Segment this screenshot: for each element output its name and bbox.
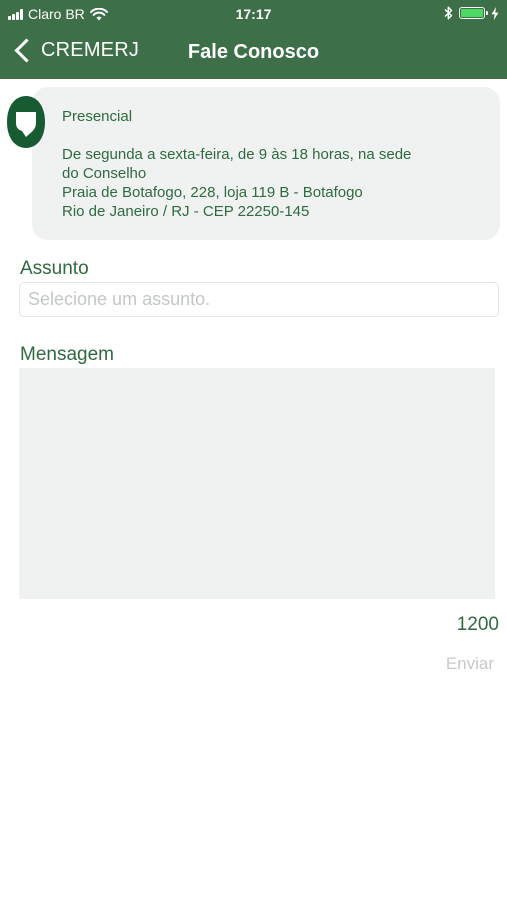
contact-info-card: Presencial De segunda a sexta-feira, de …	[32, 87, 500, 240]
cremerj-logo-icon	[7, 96, 45, 148]
status-right	[444, 6, 499, 20]
navigation-bar: CREMERJ Fale Conosco	[0, 28, 507, 79]
subject-label: Assunto	[20, 258, 89, 279]
subject-select[interactable]: Selecione um assunto.	[19, 282, 499, 317]
send-button[interactable]: Enviar	[446, 654, 494, 674]
character-counter: 1200	[456, 614, 499, 635]
status-time: 17:17	[235, 6, 272, 22]
bluetooth-icon	[444, 6, 453, 20]
info-line: Praia de Botafogo, 228, loja 119 B - Bot…	[62, 184, 363, 201]
info-line: do Conselho	[62, 165, 147, 182]
info-card-body: De segunda a sexta-feira, de 9 às 18 hor…	[62, 145, 482, 221]
page-title: Fale Conosco	[187, 41, 320, 63]
subject-placeholder: Selecione um assunto.	[28, 289, 211, 309]
info-card-title: Presencial	[62, 108, 133, 125]
battery-icon	[459, 7, 488, 19]
info-line: Rio de Janeiro / RJ - CEP 22250-145	[62, 203, 310, 220]
charging-bolt-icon	[491, 6, 499, 20]
app-header: Claro BR 17:17 CREMERJ Fale Conosco	[0, 0, 507, 79]
message-label: Mensagem	[20, 344, 114, 365]
info-line: De segunda a sexta-feira, de 9 às 18 hor…	[62, 146, 412, 163]
status-bar: Claro BR 17:17	[0, 0, 507, 28]
message-textarea[interactable]	[19, 368, 495, 599]
